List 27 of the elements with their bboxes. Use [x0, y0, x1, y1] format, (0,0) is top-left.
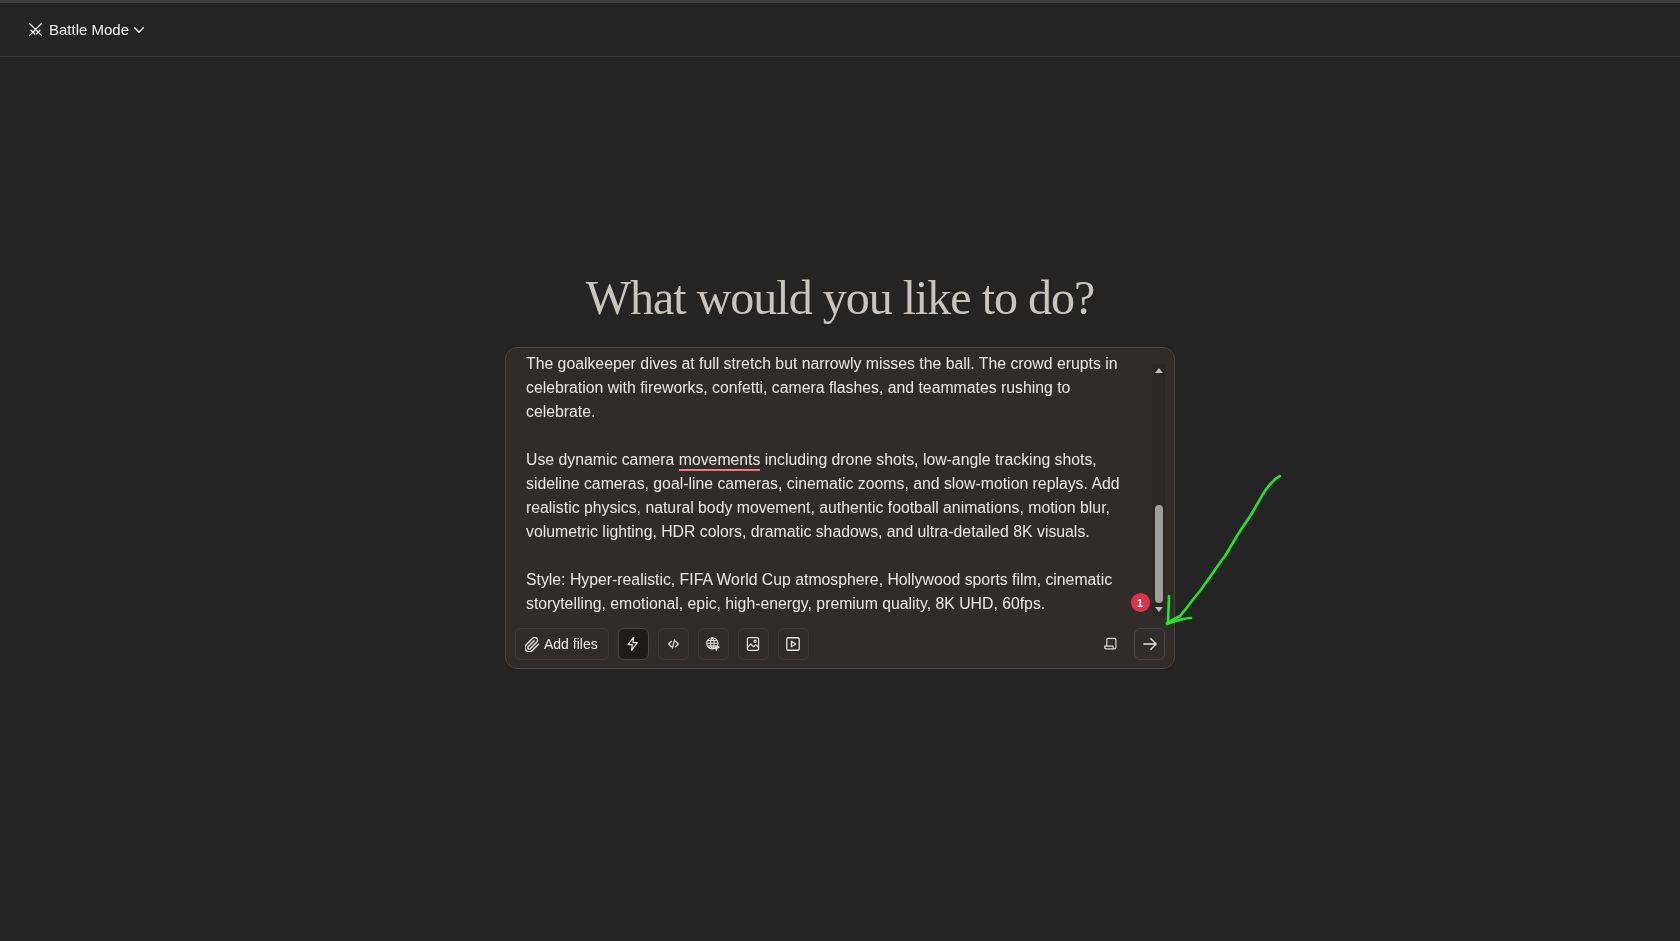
lightning-icon — [626, 637, 641, 651]
send-button[interactable] — [1134, 628, 1165, 660]
chevron-down-icon — [134, 26, 145, 33]
scrollbar[interactable] — [1152, 364, 1165, 616]
crossed-swords-icon — [28, 22, 43, 37]
tool-toggle-button[interactable] — [777, 628, 809, 660]
prompt-paragraph: The goalkeeper dives at full stretch but narrowly misses the ball. The crowd erupts in celebration with fireworks, confetti, camera flashes, and teammates rushing to celebrate. — [526, 354, 1119, 422]
scrollbar-thumb[interactable] — [1154, 505, 1163, 603]
play-square-icon — [786, 637, 801, 651]
scroll-up-arrow-icon[interactable] — [1154, 368, 1163, 373]
prompt-paragraph: Style: Hyper-realistic, FIFA World Cup atmosphere, Hollywood sports film, cinematic storytelling, emotional, epic, high-energy, premium quality, 8K UHD, 60fps. — [526, 570, 1114, 614]
tool-toggle-button[interactable] — [737, 628, 769, 660]
tool-toggle-button[interactable] — [697, 628, 729, 660]
paperclip-icon — [525, 636, 539, 652]
image-icon — [746, 637, 761, 651]
scroll-paper-icon — [1104, 637, 1118, 651]
tool-toggle-button[interactable] — [617, 628, 649, 660]
issue-count-badge[interactable]: 1 — [1130, 593, 1150, 612]
mode-selector[interactable]: Battle Mode — [26, 18, 147, 41]
page-heading: What would you like to do? — [585, 270, 1095, 326]
globe-icon — [706, 637, 721, 651]
add-files-button[interactable]: Add files — [515, 628, 609, 660]
scroll-down-arrow-icon[interactable] — [1154, 607, 1163, 612]
tool-toggle-button[interactable] — [657, 628, 689, 660]
prompt-paragraph: Use dynamic camera movements including drone shots, low-angle tracking shots, sideline cameras, goal-line cameras, cinematic zooms, and slow-motion replays. Add realistic physics, natural body movement, authentic football animations, motion blur, volumetric lighting, HDR colors, dramatic shadows, and ultra-detailed 8K visuals. — [526, 450, 1121, 542]
code-icon — [667, 639, 679, 649]
arrow-right-icon — [1142, 637, 1157, 651]
